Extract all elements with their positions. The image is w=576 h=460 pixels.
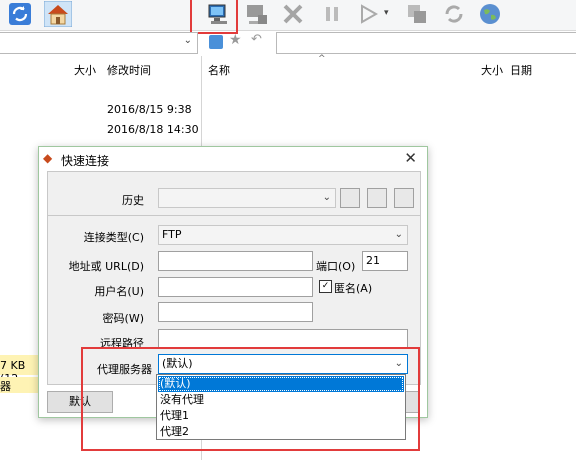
- port-input[interactable]: 21: [362, 251, 408, 271]
- col-date[interactable]: 日期: [510, 62, 532, 78]
- toolbar: ▾: [0, 0, 576, 34]
- dialog-app-icon: ◆: [43, 151, 53, 165]
- dialog-title: 快速连接: [61, 154, 110, 168]
- password-input[interactable]: [158, 302, 313, 322]
- conn-type-value: FTP: [162, 228, 182, 241]
- connect-icon[interactable]: [207, 2, 231, 26]
- col-size[interactable]: 大小: [74, 62, 96, 78]
- globe-icon[interactable]: [478, 2, 502, 26]
- back-icon[interactable]: ↶: [251, 32, 262, 47]
- history-delete-button[interactable]: [394, 188, 414, 208]
- sort-arrow-icon: ^: [318, 54, 326, 64]
- remote-path-tools: ★ ↶: [201, 32, 275, 54]
- history-combo[interactable]: ⌄: [158, 188, 336, 208]
- refresh-icon[interactable]: [8, 2, 32, 26]
- col-name[interactable]: 名称: [208, 62, 230, 78]
- queue-icon[interactable]: [405, 2, 429, 26]
- chevron-down-icon: ⌄: [322, 192, 331, 203]
- file-date: 2016/8/15 9:38: [107, 103, 192, 116]
- password-label: 密码(W): [102, 312, 144, 325]
- col-size[interactable]: 大小: [481, 62, 503, 78]
- home-icon[interactable]: [44, 1, 72, 27]
- conn-type-combo[interactable]: FTP ⌄: [158, 225, 408, 245]
- sync-icon[interactable]: [442, 2, 466, 26]
- status-text: 器: [0, 380, 11, 393]
- history-view-button[interactable]: [340, 188, 360, 208]
- divider: [48, 215, 420, 216]
- anonymous-checkbox[interactable]: ✓: [319, 280, 332, 293]
- close-icon[interactable]: ✕: [404, 149, 417, 167]
- file-date: 2016/8/18 14:30: [107, 123, 199, 136]
- cancel-icon[interactable]: [281, 2, 305, 26]
- port-value: 21: [366, 254, 380, 267]
- username-input[interactable]: [158, 277, 313, 297]
- conn-type-label: 连接类型(C): [83, 231, 144, 244]
- pause-icon[interactable]: [320, 2, 344, 26]
- disconnect-icon[interactable]: [245, 2, 269, 26]
- star-icon[interactable]: ★: [229, 32, 242, 48]
- username-label: 用户名(U): [94, 285, 144, 298]
- anonymous-label[interactable]: 匿名(A): [334, 280, 372, 296]
- address-label: 地址或 URL(D): [68, 260, 144, 273]
- col-modified[interactable]: 修改时间: [107, 62, 151, 78]
- chevron-down-icon: ⌄: [394, 229, 403, 240]
- proxy-highlight-box: [81, 347, 420, 451]
- remote-path-input[interactable]: [158, 329, 408, 349]
- play-dropdown-icon[interactable]: ▾: [384, 8, 389, 18]
- history-edit-button[interactable]: [367, 188, 387, 208]
- chevron-down-icon[interactable]: ⌄: [184, 35, 192, 46]
- local-path-combo[interactable]: ⌄: [0, 32, 198, 54]
- play-icon[interactable]: [356, 2, 380, 26]
- port-label: 端口(O): [316, 260, 356, 273]
- address-input[interactable]: [158, 251, 313, 271]
- remote-path-input[interactable]: [276, 32, 576, 54]
- remote-site-icon[interactable]: [209, 35, 223, 49]
- history-label: 历史: [122, 194, 144, 207]
